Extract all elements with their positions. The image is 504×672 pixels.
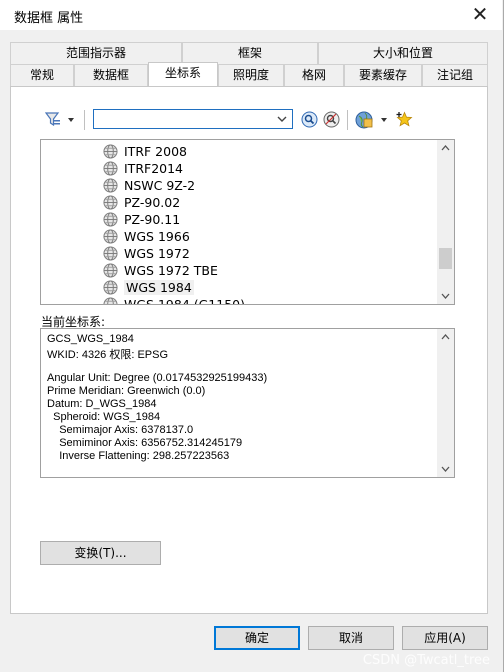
globe-icon <box>103 144 118 159</box>
list-item[interactable]: WGS 1984 (G1150) <box>103 296 245 305</box>
tab-frame[interactable]: 框架 <box>182 42 318 64</box>
clear-search-icon[interactable] <box>323 111 340 128</box>
globe-icon <box>103 263 118 278</box>
list-item-label: WGS 1984 (G1150) <box>124 297 245 305</box>
list-item-label: WGS 1972 <box>124 246 190 261</box>
toolbar-separator <box>84 110 85 130</box>
apply-button[interactable]: 应用(A) <box>402 626 488 650</box>
crs-detail-line: GCS_WGS_1984 <box>47 333 134 345</box>
globe-icon <box>103 195 118 210</box>
globe-icon[interactable] <box>355 110 391 130</box>
tab-general[interactable]: 常规 <box>10 64 74 86</box>
tab-feature-cache[interactable]: 要素缓存 <box>344 64 422 86</box>
list-scrollbar[interactable] <box>437 140 454 304</box>
tab-data-frame[interactable]: 数据框 <box>74 64 148 86</box>
scroll-down-icon[interactable] <box>437 460 454 477</box>
scroll-up-icon[interactable] <box>437 140 454 157</box>
list-item[interactable]: ITRF2014 <box>103 160 183 177</box>
scroll-up-icon[interactable] <box>437 329 454 346</box>
data-frame-properties-dialog: 数据框 属性 ✕ 范围指示器 框架 大小和位置 常规 数据框 坐标系 照明度 格… <box>0 0 504 672</box>
close-icon[interactable]: ✕ <box>468 2 492 26</box>
list-item[interactable]: WGS 1972 <box>103 245 190 262</box>
crs-detail-line: Angular Unit: Degree (0.0174532925199433… <box>47 372 268 384</box>
search-icon[interactable] <box>301 111 318 128</box>
crs-detail-line: WKID: 4326 权限: EPSG <box>47 349 169 361</box>
window-title: 数据框 属性 <box>14 11 84 26</box>
globe-icon <box>103 161 118 176</box>
title-bar: 数据框 属性 ✕ <box>0 0 502 30</box>
globe-icon <box>103 229 118 244</box>
ok-button[interactable]: 确定 <box>214 626 300 650</box>
globe-icon <box>103 178 118 193</box>
list-item[interactable]: NSWC 9Z-2 <box>103 177 195 194</box>
search-input[interactable] <box>93 109 293 129</box>
details-scrollbar[interactable] <box>437 329 454 477</box>
list-item-label: WGS 1984 <box>124 280 194 295</box>
tab-size-position[interactable]: 大小和位置 <box>318 42 488 64</box>
crs-detail-line: Semiminor Axis: 6356752.314245179 <box>47 437 243 449</box>
tab-extent-indicators[interactable]: 范围指示器 <box>10 42 182 64</box>
list-item[interactable]: WGS 1972 TBE <box>103 262 218 279</box>
filter-icon[interactable] <box>45 111 77 129</box>
cancel-button[interactable]: 取消 <box>308 626 394 650</box>
transform-button[interactable]: 变换(T)... <box>40 541 161 565</box>
list-item-label: PZ-90.02 <box>124 195 181 210</box>
list-item[interactable]: PZ-90.02 <box>103 194 180 211</box>
crs-tree-list[interactable]: ITRF 2008 ITRF2014 NSWC 9Z-2 PZ-90.02 PZ… <box>40 139 455 305</box>
crs-detail-line: Prime Meridian: Greenwich (0.0) <box>47 385 206 397</box>
watermark: CSDN @Twcatl_tree <box>362 653 490 668</box>
globe-icon <box>103 246 118 261</box>
toolbar-separator <box>347 110 348 130</box>
list-item[interactable]: PZ-90.11 <box>103 211 180 228</box>
list-item-label: ITRF 2008 <box>124 144 187 159</box>
tab-illumination[interactable]: 照明度 <box>218 64 284 86</box>
list-item-label: ITRF2014 <box>124 161 184 176</box>
crs-detail-line: Semimajor Axis: 6378137.0 <box>47 424 194 436</box>
list-item-label: WGS 1972 TBE <box>124 263 218 278</box>
crs-detail-line: Datum: D_WGS_1984 <box>47 398 157 410</box>
list-item[interactable]: WGS 1966 <box>103 228 190 245</box>
list-item[interactable]: ITRF 2008 <box>103 143 187 160</box>
tab-grid[interactable]: 格网 <box>284 64 344 86</box>
globe-icon <box>103 297 118 304</box>
tab-annotation-groups[interactable]: 注记组 <box>422 64 488 86</box>
tab-coordinate-system[interactable]: 坐标系 <box>148 62 218 86</box>
crs-detail-line: Inverse Flattening: 298.257223563 <box>47 450 230 462</box>
list-item-label: PZ-90.11 <box>124 212 181 227</box>
globe-icon <box>103 280 118 295</box>
list-item-label: WGS 1966 <box>124 229 190 244</box>
list-item-label: NSWC 9Z-2 <box>124 178 196 193</box>
scroll-down-icon[interactable] <box>437 287 454 304</box>
crs-detail-line: Spheroid: WGS_1984 <box>47 411 161 423</box>
list-item-selected[interactable]: WGS 1984 <box>103 279 194 296</box>
chevron-down-icon[interactable] <box>277 111 287 127</box>
add-favorite-icon[interactable] <box>396 111 413 128</box>
scroll-thumb[interactable] <box>439 248 452 269</box>
tab-row-back: 范围指示器 框架 大小和位置 <box>10 42 488 64</box>
tab-row-front: 常规 数据框 坐标系 照明度 格网 要素缓存 注记组 <box>10 62 488 86</box>
globe-icon <box>103 212 118 227</box>
current-crs-details: GCS_WGS_1984 WKID: 4326 权限: EPSG Angular… <box>40 328 455 478</box>
